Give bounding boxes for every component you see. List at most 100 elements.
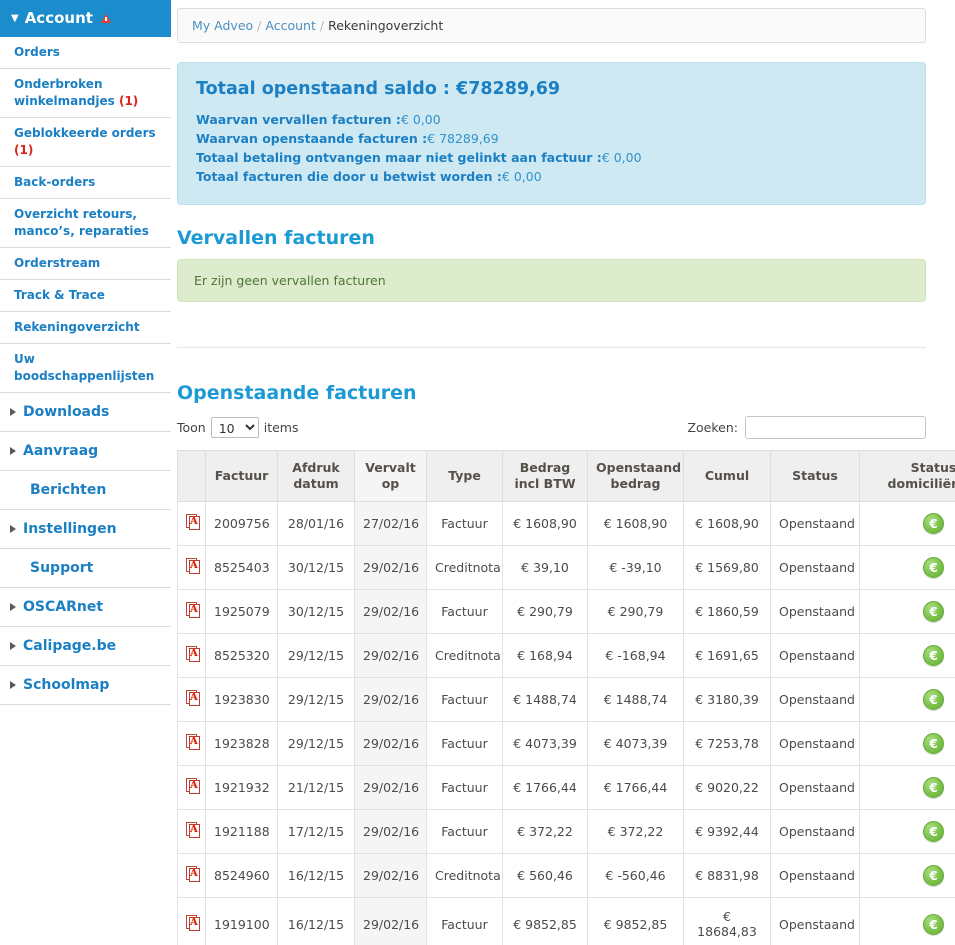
sidebar-item-label: Geblokkeerde orders bbox=[14, 126, 156, 140]
column-header-factuur[interactable]: Factuur bbox=[205, 450, 278, 502]
cell-document[interactable]: A bbox=[177, 677, 206, 722]
cell-cumul: € 3180,39 bbox=[683, 677, 771, 722]
sidebar-group-downloads[interactable]: Downloads bbox=[0, 393, 171, 432]
cell-document[interactable]: A bbox=[177, 897, 206, 945]
cell-vervalt-op: 29/02/16 bbox=[354, 809, 427, 854]
cell-document[interactable]: A bbox=[177, 721, 206, 766]
cell-type: Factuur bbox=[426, 765, 503, 810]
sidebar-group-oscarnet[interactable]: OSCARnet bbox=[0, 588, 171, 627]
cell-afdruk-datum: 29/12/15 bbox=[277, 677, 355, 722]
sidebar-group-calipage[interactable]: Calipage.be bbox=[0, 627, 171, 666]
breadcrumb-link-my-adveo[interactable]: My Adveo bbox=[192, 18, 253, 33]
sidebar-group-label: Support bbox=[30, 560, 94, 576]
pdf-icon[interactable]: A bbox=[186, 734, 200, 750]
cell-cumul: € 1860,59 bbox=[683, 589, 771, 634]
cell-afdruk-datum: 21/12/15 bbox=[277, 765, 355, 810]
sidebar-group-label: Instellingen bbox=[23, 521, 117, 537]
caret-right-icon bbox=[10, 603, 16, 611]
sidebar-item-overzicht-retours[interactable]: Overzicht retours, manco’s, reparaties bbox=[0, 199, 171, 248]
sidebar-item-boodschappenlijsten[interactable]: Uw boodschappenlijsten bbox=[0, 344, 171, 393]
sidebar-item-orderstream[interactable]: Orderstream bbox=[0, 248, 171, 280]
pdf-icon[interactable]: A bbox=[186, 778, 200, 794]
page-length-select[interactable]: 102550100 bbox=[210, 417, 259, 438]
pdf-icon[interactable]: A bbox=[186, 514, 200, 530]
sidebar-item-count: (1) bbox=[14, 143, 34, 157]
table-search-control: Zoeken: bbox=[687, 416, 926, 439]
cell-document[interactable]: A bbox=[177, 853, 206, 898]
cell-factuur: 1921932 bbox=[205, 765, 278, 810]
sidebar-item-track-trace[interactable]: Track & Trace bbox=[0, 280, 171, 312]
cell-bedrag-incl-btw: € 560,46 bbox=[502, 853, 588, 898]
cell-factuur: 8525320 bbox=[205, 633, 278, 678]
cell-document[interactable]: A bbox=[177, 545, 206, 590]
sidebar-item-label: Rekeningoverzicht bbox=[14, 320, 140, 334]
sidebar-group-label: OSCARnet bbox=[23, 599, 104, 615]
column-header-status[interactable]: Status bbox=[770, 450, 860, 502]
sidebar-item-label: Onderbroken winkelmandjes bbox=[14, 77, 115, 108]
pdf-icon[interactable]: A bbox=[186, 822, 200, 838]
sidebar-group-label: Schoolmap bbox=[23, 677, 110, 693]
column-header-cumul[interactable]: Cumul bbox=[683, 450, 771, 502]
sidebar-item-geblokkeerde-orders[interactable]: Geblokkeerde orders (1) bbox=[0, 118, 171, 167]
cell-factuur: 1919100 bbox=[205, 897, 278, 945]
column-header-status-domiciliering[interactable]: Status domiciliëring bbox=[859, 450, 955, 502]
column-header-bedrag-incl-btw[interactable]: Bedrag incl BTW bbox=[502, 450, 588, 502]
euro-badge-icon: € bbox=[923, 865, 944, 886]
breadcrumb-link-account[interactable]: Account bbox=[265, 18, 315, 33]
balance-line-label: Waarvan openstaande facturen : bbox=[196, 131, 428, 146]
pdf-icon[interactable]: A bbox=[186, 914, 200, 931]
sidebar-item-onderbroken-winkelmandjes[interactable]: Onderbroken winkelmandjes (1) bbox=[0, 69, 171, 118]
column-header-openstaand-bedrag[interactable]: Openstaand bedrag bbox=[587, 450, 684, 502]
sidebar-item-back-orders[interactable]: Back-orders bbox=[0, 167, 171, 199]
cell-cumul: € 1569,80 bbox=[683, 545, 771, 590]
cell-document[interactable]: A bbox=[177, 809, 206, 854]
cell-document[interactable]: A bbox=[177, 633, 206, 678]
cell-document[interactable]: A bbox=[177, 765, 206, 810]
euro-badge-icon: € bbox=[923, 557, 944, 578]
cell-type: Factuur bbox=[426, 721, 503, 766]
page-root: ▼ Account Orders Onderbroken winkelmandj… bbox=[0, 0, 955, 945]
pdf-icon[interactable]: A bbox=[186, 690, 200, 706]
search-input[interactable] bbox=[745, 416, 926, 439]
sidebar-header-account[interactable]: ▼ Account bbox=[0, 0, 171, 37]
cell-status-domiciliering: € bbox=[859, 853, 955, 898]
breadcrumb-separator: / bbox=[319, 18, 325, 33]
sidebar-item-label: Overzicht retours, manco’s, reparaties bbox=[14, 207, 149, 238]
cell-bedrag-incl-btw: € 1766,44 bbox=[502, 765, 588, 810]
column-header-document[interactable] bbox=[177, 450, 206, 502]
sidebar-item-label: Uw boodschappenlijsten bbox=[14, 352, 155, 383]
sidebar-item-rekeningoverzicht[interactable]: Rekeningoverzicht bbox=[0, 312, 171, 344]
column-header-afdruk-datum[interactable]: Afdruk datum bbox=[277, 450, 355, 502]
sidebar-group-support[interactable]: Support bbox=[0, 549, 171, 588]
sidebar-item-orders[interactable]: Orders bbox=[0, 37, 171, 69]
cell-status-domiciliering: € bbox=[859, 501, 955, 546]
cell-cumul: € 9020,22 bbox=[683, 765, 771, 810]
cell-type: Creditnota bbox=[426, 853, 503, 898]
column-header-type[interactable]: Type bbox=[426, 450, 503, 502]
cell-status-domiciliering: € bbox=[859, 589, 955, 634]
pdf-icon[interactable]: A bbox=[186, 558, 200, 574]
cell-openstaand-bedrag: € -39,10 bbox=[587, 545, 684, 590]
column-header-vervalt-op[interactable]: Vervalt op bbox=[354, 450, 427, 502]
cell-openstaand-bedrag: € 9852,85 bbox=[587, 897, 684, 945]
main-content: My Adveo / Account / Rekeningoverzicht Totaa… bbox=[171, 0, 955, 945]
table-row: A 2009756 28/01/16 27/02/16 Factuur € 1608,90… bbox=[177, 501, 955, 546]
sidebar-group-label: Downloads bbox=[23, 404, 110, 420]
cell-document[interactable]: A bbox=[177, 589, 206, 634]
euro-badge-icon: € bbox=[923, 821, 944, 842]
sidebar-group-instellingen[interactable]: Instellingen bbox=[0, 510, 171, 549]
cell-document[interactable]: A bbox=[177, 501, 206, 546]
cell-status-domiciliering: € bbox=[859, 765, 955, 810]
balance-total-title: Totaal openstaand saldo : €78289,69 bbox=[196, 79, 561, 99]
balance-line-label: Totaal facturen die door u betwist worde… bbox=[196, 169, 502, 184]
euro-badge-icon: € bbox=[923, 513, 944, 534]
pdf-icon[interactable]: A bbox=[186, 602, 200, 618]
section-divider bbox=[177, 347, 926, 348]
sidebar-group-berichten[interactable]: Berichten bbox=[0, 471, 171, 510]
overdue-empty-message: Er zijn geen vervallen facturen bbox=[177, 259, 926, 302]
pdf-icon[interactable]: A bbox=[186, 866, 200, 882]
cell-bedrag-incl-btw: € 168,94 bbox=[502, 633, 588, 678]
sidebar-group-schoolmap[interactable]: Schoolmap bbox=[0, 666, 171, 705]
sidebar-group-aanvraag[interactable]: Aanvraag bbox=[0, 432, 171, 471]
pdf-icon[interactable]: A bbox=[186, 646, 200, 662]
